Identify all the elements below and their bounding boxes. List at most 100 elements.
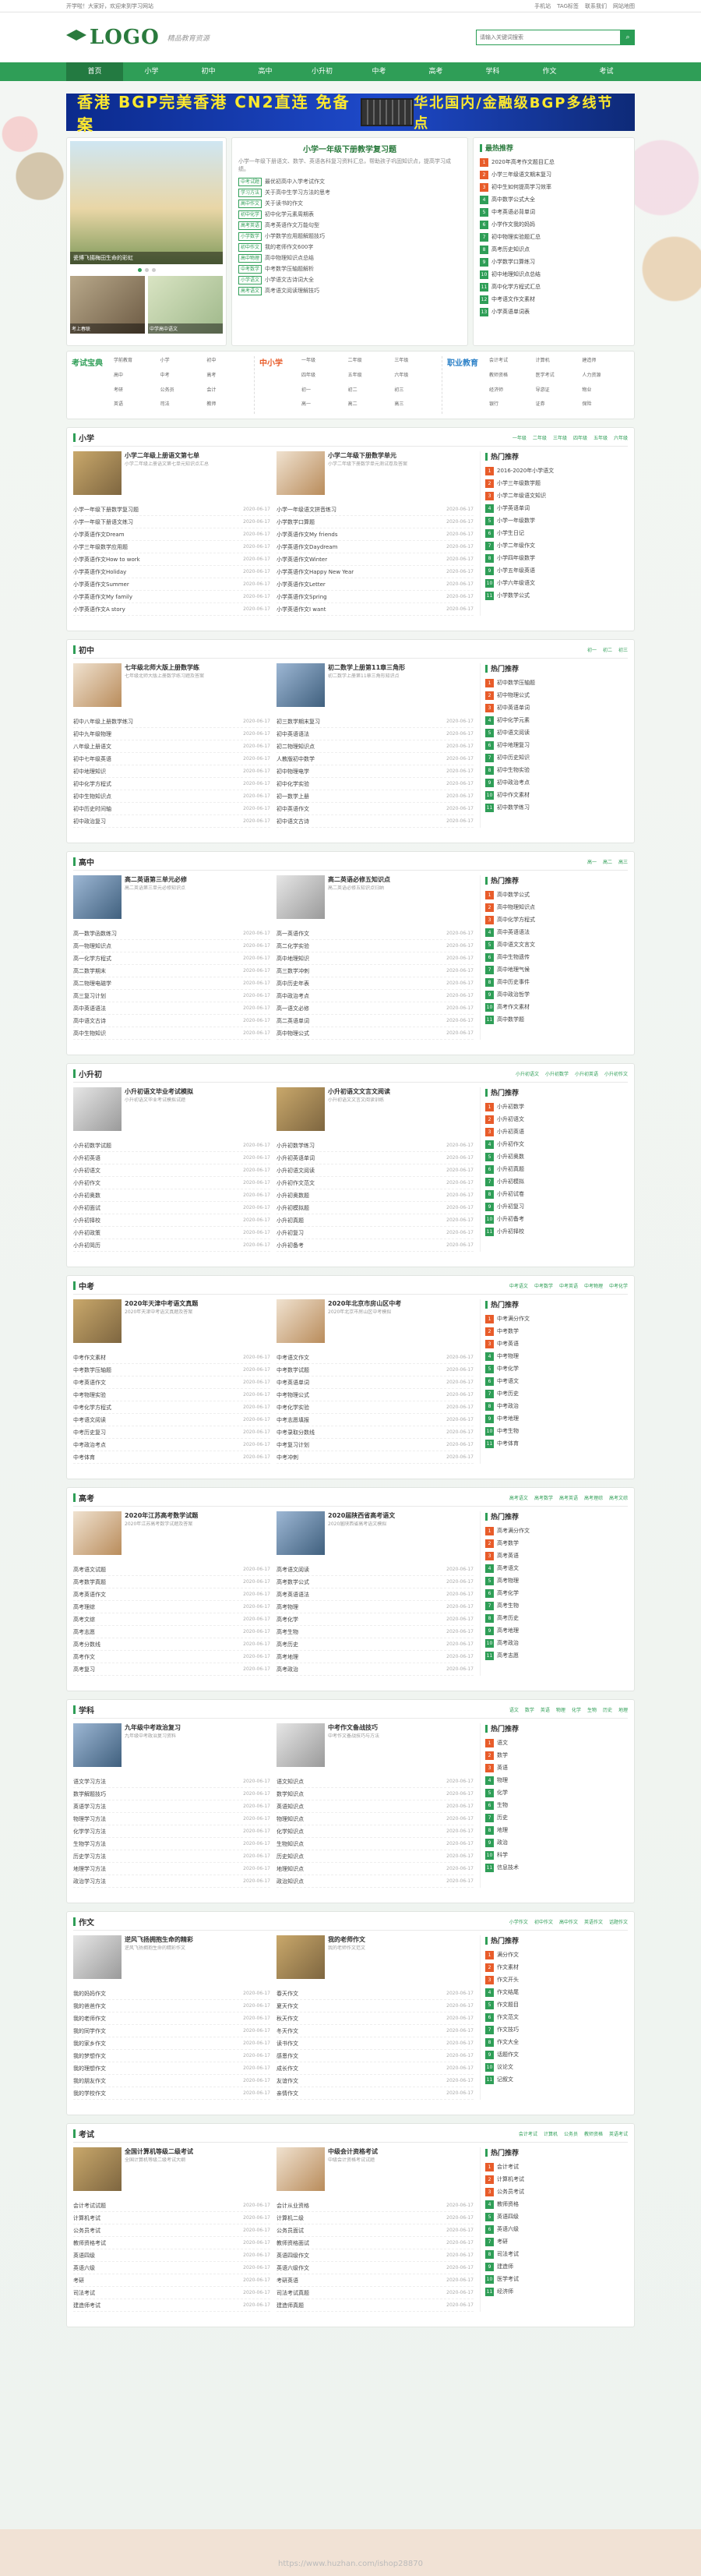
- article-row[interactable]: 高考志愿 2020-06-17: [73, 1626, 270, 1638]
- article-title[interactable]: 初中八年级上册数学练习: [73, 718, 133, 726]
- subnav-link[interactable]: 五年级: [594, 434, 608, 441]
- hot-item[interactable]: 2 小学三年级数学题: [485, 477, 628, 489]
- hot-text[interactable]: 小升初真题: [497, 1165, 524, 1173]
- category-link[interactable]: 银行: [489, 400, 534, 414]
- featured-item[interactable]: 高二英语必修五知识点 高二英语必修五知识点归纳: [277, 875, 474, 923]
- hot-text[interactable]: 高考地理: [497, 1627, 519, 1634]
- article-row[interactable]: 小学英语作文Summer 2020-06-17: [73, 578, 270, 591]
- article-row[interactable]: 人教版初中数学 2020-06-17: [277, 753, 474, 765]
- panel-title-text[interactable]: 小升初: [79, 1068, 102, 1080]
- article-row[interactable]: 中考英语作文 2020-06-17: [73, 1376, 270, 1389]
- article-row[interactable]: 小升初数学练习 2020-06-17: [277, 1140, 474, 1152]
- hot-item[interactable]: 4 高中英语语法: [485, 926, 628, 938]
- article-row[interactable]: 高三数学冲刺 2020-06-17: [277, 965, 474, 977]
- article-title[interactable]: 高二物理电磁学: [73, 980, 111, 988]
- article-row[interactable]: 小升初政策 2020-06-17: [73, 1227, 270, 1239]
- article-row[interactable]: 中考物理实验 2020-06-17: [73, 1389, 270, 1401]
- featured-image[interactable]: [277, 1299, 325, 1343]
- hot-item[interactable]: 3 高中化学方程式: [485, 913, 628, 926]
- category-link[interactable]: 司法: [160, 400, 205, 414]
- hot-text[interactable]: 英语: [497, 1764, 508, 1772]
- article-row[interactable]: 中考体育 2020-06-17: [73, 1451, 270, 1464]
- article-title[interactable]: 小升初语文: [73, 1167, 100, 1175]
- hot-text[interactable]: 历史: [497, 1814, 508, 1822]
- hot-item[interactable]: 10 高考政治: [485, 1637, 628, 1649]
- hot-text[interactable]: 高考历史: [497, 1614, 519, 1622]
- category-link[interactable]: 三年级: [394, 356, 439, 370]
- subnav-link[interactable]: 英语: [541, 1706, 550, 1713]
- latest-item[interactable]: 6 小学作文我的妈妈: [480, 218, 628, 231]
- panel-title-text[interactable]: 高中: [79, 856, 94, 868]
- hot-text[interactable]: 科学: [497, 1851, 508, 1859]
- article-title[interactable]: 政治知识点: [277, 1878, 304, 1885]
- subnav-link[interactable]: 初二: [603, 646, 612, 653]
- category-link[interactable]: 高三: [394, 400, 439, 414]
- hot-text[interactable]: 小升初择校: [497, 1228, 524, 1235]
- featured-image[interactable]: [277, 1087, 325, 1131]
- hot-item[interactable]: 6 高考化学: [485, 1587, 628, 1599]
- article-row[interactable]: 高考分数线 2020-06-17: [73, 1638, 270, 1651]
- article-title[interactable]: 初二物理知识点: [277, 743, 315, 751]
- article-row[interactable]: 高中历史年表 2020-06-17: [277, 977, 474, 990]
- hot-item[interactable]: 7 小学二年级作文: [485, 539, 628, 552]
- hot-text[interactable]: 小升初语文: [497, 1115, 524, 1123]
- article-row[interactable]: 我的家乡作文 2020-06-17: [73, 2037, 270, 2050]
- latest-item[interactable]: 12 中考语文作文素材: [480, 293, 628, 306]
- category-link[interactable]: 初三: [394, 386, 439, 400]
- featured-item[interactable]: 逆风飞扬拥抱生命的精彩 逆风飞扬拥抱生命的精彩作文: [73, 1935, 270, 1983]
- hot-text[interactable]: 化学: [497, 1789, 508, 1797]
- hot-item[interactable]: 10 高考作文素材: [485, 1001, 628, 1013]
- headline-title[interactable]: 小学一年级下册教学复习题: [238, 143, 461, 154]
- hot-item[interactable]: 6 作文范文: [485, 2011, 628, 2023]
- article-title[interactable]: 小升初作文: [73, 1179, 100, 1187]
- hot-text[interactable]: 英语四级: [497, 2213, 519, 2221]
- hot-item[interactable]: 11 信息技术: [485, 1861, 628, 1874]
- article-row[interactable]: 我的老师作文 2020-06-17: [73, 2012, 270, 2025]
- hot-item[interactable]: 4 物理: [485, 1774, 628, 1786]
- subnav-link[interactable]: 教师资格: [584, 2130, 603, 2137]
- featured-image[interactable]: [73, 1511, 122, 1555]
- article-row[interactable]: 化学知识点 2020-06-17: [277, 1825, 474, 1838]
- article-title[interactable]: 司法考试真题: [277, 2289, 309, 2297]
- hot-item[interactable]: 8 初中生物实验: [485, 764, 628, 776]
- subnav-link[interactable]: 高考文综: [609, 1494, 628, 1501]
- article-row[interactable]: 公务员面试 2020-06-17: [277, 2224, 474, 2237]
- featured-image[interactable]: [277, 1935, 325, 1979]
- article-title[interactable]: 语文知识点: [277, 1778, 304, 1786]
- featured-item[interactable]: 中考作文备战技巧 中考作文备战技巧与方法: [277, 1723, 474, 1771]
- item-tag[interactable]: 初中化学: [238, 210, 262, 219]
- hot-item[interactable]: 1 高中数学公式: [485, 889, 628, 901]
- subnav-link[interactable]: 高考英语: [559, 1494, 578, 1501]
- featured-image[interactable]: [277, 663, 325, 707]
- article-title[interactable]: 小升初数学练习: [277, 1142, 315, 1150]
- article-row[interactable]: 冬天作文 2020-06-17: [277, 2025, 474, 2037]
- article-row[interactable]: 英语知识点 2020-06-17: [277, 1800, 474, 1813]
- article-title[interactable]: 高考分数线: [73, 1641, 100, 1648]
- article-row[interactable]: 高考语文阅读 2020-06-17: [277, 1564, 474, 1576]
- headline-item[interactable]: 中考数学 中考数学压轴题解析: [238, 263, 461, 274]
- hot-text[interactable]: 高考生物: [497, 1602, 519, 1610]
- item-text[interactable]: 高中物理知识点总结: [265, 254, 314, 262]
- article-title[interactable]: 初中七年级英语: [73, 755, 111, 763]
- subnav-link[interactable]: 高三: [618, 858, 628, 865]
- article-title[interactable]: 我的家乡作文: [73, 2040, 106, 2048]
- item-tag[interactable]: 小学数学: [238, 231, 262, 241]
- article-row[interactable]: 生物知识点 2020-06-17: [277, 1838, 474, 1850]
- hot-text[interactable]: 中考化学: [497, 1365, 519, 1373]
- article-row[interactable]: 我的妈妈作文 2020-06-17: [73, 1988, 270, 2000]
- panel-title[interactable]: 作文: [73, 1916, 94, 1928]
- article-row[interactable]: 建造师真题 2020-06-17: [277, 2299, 474, 2312]
- article-title[interactable]: 中考作文素材: [73, 1354, 106, 1362]
- hot-item[interactable]: 4 中考物理: [485, 1350, 628, 1362]
- article-row[interactable]: 高考政治 2020-06-17: [277, 1663, 474, 1676]
- article-row[interactable]: 我的同学作文 2020-06-17: [73, 2025, 270, 2037]
- hot-item[interactable]: 1 小升初数学: [485, 1101, 628, 1113]
- subnav-link[interactable]: 小升初作文: [604, 1070, 628, 1077]
- subnav-link[interactable]: 会计考试: [519, 2130, 537, 2137]
- article-row[interactable]: 初中政治复习 2020-06-17: [73, 815, 270, 828]
- article-title[interactable]: 冬天作文: [277, 2027, 298, 2035]
- article-row[interactable]: 小升初面试 2020-06-17: [73, 1202, 270, 1214]
- category-link[interactable]: 证券: [536, 400, 580, 414]
- article-title[interactable]: 高中政治考点: [277, 992, 309, 1000]
- category-link[interactable]: 中考: [160, 371, 205, 385]
